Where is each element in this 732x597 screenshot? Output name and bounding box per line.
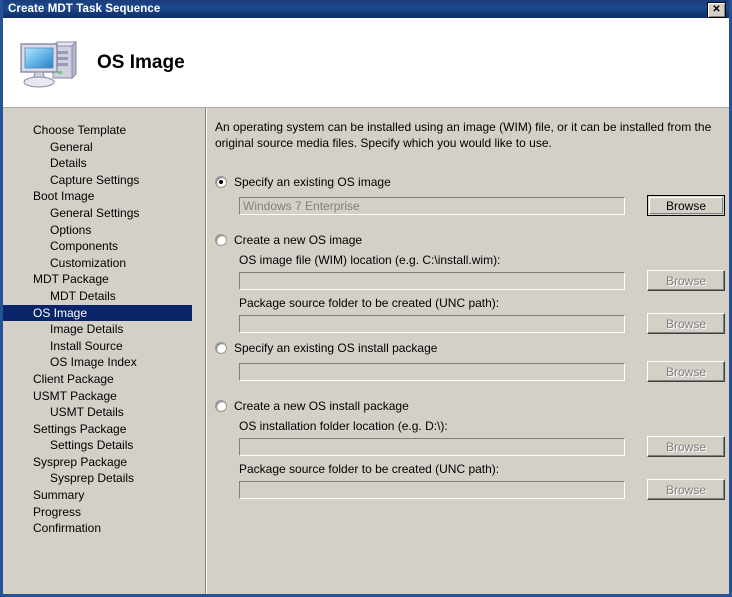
radio-button-icon[interactable] [215,234,227,246]
browse-button-existing-os-install-package-0: Browse [647,361,725,382]
browse-button-new-os-install-package-1: Browse [647,479,725,500]
field-row: Browse [239,361,725,382]
radio-label: Create a new OS install package [234,399,409,413]
title-bar: Create MDT Task Sequence ✕ [3,0,729,18]
radio-label: Create a new OS image [234,233,363,247]
sidebar-item-usmt-details[interactable]: USMT Details [3,404,203,421]
sidebar-item-mdt-package[interactable]: MDT Package [3,271,203,288]
sidebar-item-client-package[interactable]: Client Package [3,371,203,388]
sidebar-item-summary[interactable]: Summary [3,487,203,504]
browse-button-label: Browse [665,482,706,497]
browse-button-label: Browse [665,198,706,213]
sidebar-item-components[interactable]: Components [3,238,203,255]
browse-button-label: Browse [665,316,706,331]
sidebar-item-mdt-details[interactable]: MDT Details [3,288,203,305]
sidebar-item-usmt-package[interactable]: USMT Package [3,388,203,405]
browse-button-new-os-install-package-0: Browse [647,436,725,457]
browse-button-label: Browse [665,273,706,288]
field-row: Browse [239,313,725,334]
create-mdt-task-sequence-dialog: Create MDT Task Sequence ✕ OS Image Choo… [0,0,732,597]
text-input-new-os-image-0[interactable] [239,271,625,290]
browse-button-new-os-image-1: Browse [647,313,725,334]
field-label: OS image file (WIM) location (e.g. C:\in… [239,253,501,267]
text-input-new-os-install-package-1[interactable] [239,480,625,499]
sidebar-item-boot-image[interactable]: Boot Image [3,188,203,205]
radio-label: Specify an existing OS install package [234,341,438,355]
field-label: OS installation folder location (e.g. D:… [239,419,448,433]
browse-button-existing-os-image-0[interactable]: Browse [647,195,725,216]
option-block-new-os-image: Create a new OS image OS image file (WIM)… [215,232,725,334]
radio-existing-os-install-package[interactable]: Specify an existing OS install package [215,340,725,356]
radio-new-os-install-package[interactable]: Create a new OS install package [215,398,725,414]
wizard-header: OS Image [3,18,729,108]
sidebar-item-os-image[interactable]: OS Image [3,304,192,322]
sidebar-item-customization[interactable]: Customization [3,255,203,272]
window-title: Create MDT Task Sequence [8,3,161,15]
browse-button-label: Browse [665,364,706,379]
text-input-existing-os-install-package-0[interactable] [239,362,625,381]
sidebar-item-general[interactable]: General [3,139,203,156]
field-row: Browse [239,436,725,457]
sidebar-item-settings-package[interactable]: Settings Package [3,421,203,438]
sidebar-item-general-settings[interactable]: General Settings [3,205,203,222]
sidebar-item-sysprep-details[interactable]: Sysprep Details [3,470,203,487]
option-block-existing-os-image: Specify an existing OS image Windows 7 En… [215,174,725,216]
field-row: Windows 7 Enterprise Browse [239,195,725,216]
text-input-new-os-image-1[interactable] [239,314,625,333]
option-block-existing-os-install-package: Specify an existing OS install package Br… [215,340,725,382]
wizard-content: An operating system can be installed usi… [209,108,729,594]
text-input-existing-os-image-0[interactable]: Windows 7 Enterprise [239,196,625,215]
sidebar-item-settings-details[interactable]: Settings Details [3,437,203,454]
sidebar-item-details[interactable]: Details [3,155,203,172]
text-input-new-os-install-package-0[interactable] [239,437,625,456]
radio-new-os-image[interactable]: Create a new OS image [215,232,725,248]
sidebar-item-sysprep-package[interactable]: Sysprep Package [3,454,203,471]
browse-button-new-os-image-0: Browse [647,270,725,291]
sidebar-item-confirmation[interactable]: Confirmation [3,520,203,537]
sidebar-item-image-details[interactable]: Image Details [3,321,203,338]
browse-button-label: Browse [665,439,706,454]
computer-icon [20,40,78,87]
field-label: Package source folder to be created (UNC… [239,462,500,476]
sidebar-divider [205,108,207,594]
close-icon[interactable]: ✕ [707,2,726,18]
sidebar-item-install-source[interactable]: Install Source [3,338,203,355]
radio-button-icon[interactable] [215,342,227,354]
sidebar-item-capture-settings[interactable]: Capture Settings [3,172,203,189]
radio-label: Specify an existing OS image [234,175,391,189]
radio-button-icon[interactable] [215,176,227,188]
sidebar-item-progress[interactable]: Progress [3,504,203,521]
field-row: Browse [239,479,725,500]
sidebar-item-options[interactable]: Options [3,222,203,239]
option-block-new-os-install-package: Create a new OS install package OS instal… [215,398,725,500]
field-label: Package source folder to be created (UNC… [239,296,500,310]
sidebar-item-choose-template[interactable]: Choose Template [3,122,203,139]
field-row: Browse [239,270,725,291]
page-title: OS Image [97,51,185,73]
radio-button-icon[interactable] [215,400,227,412]
sidebar-item-os-image-index[interactable]: OS Image Index [3,354,203,371]
dialog-body: Choose Template General Details Capture Set… [3,108,729,594]
intro-text: An operating system can be installed usi… [215,120,712,150]
wizard-steps-sidebar: Choose Template General Details Capture Set… [3,108,203,594]
radio-existing-os-image[interactable]: Specify an existing OS image [215,174,725,190]
